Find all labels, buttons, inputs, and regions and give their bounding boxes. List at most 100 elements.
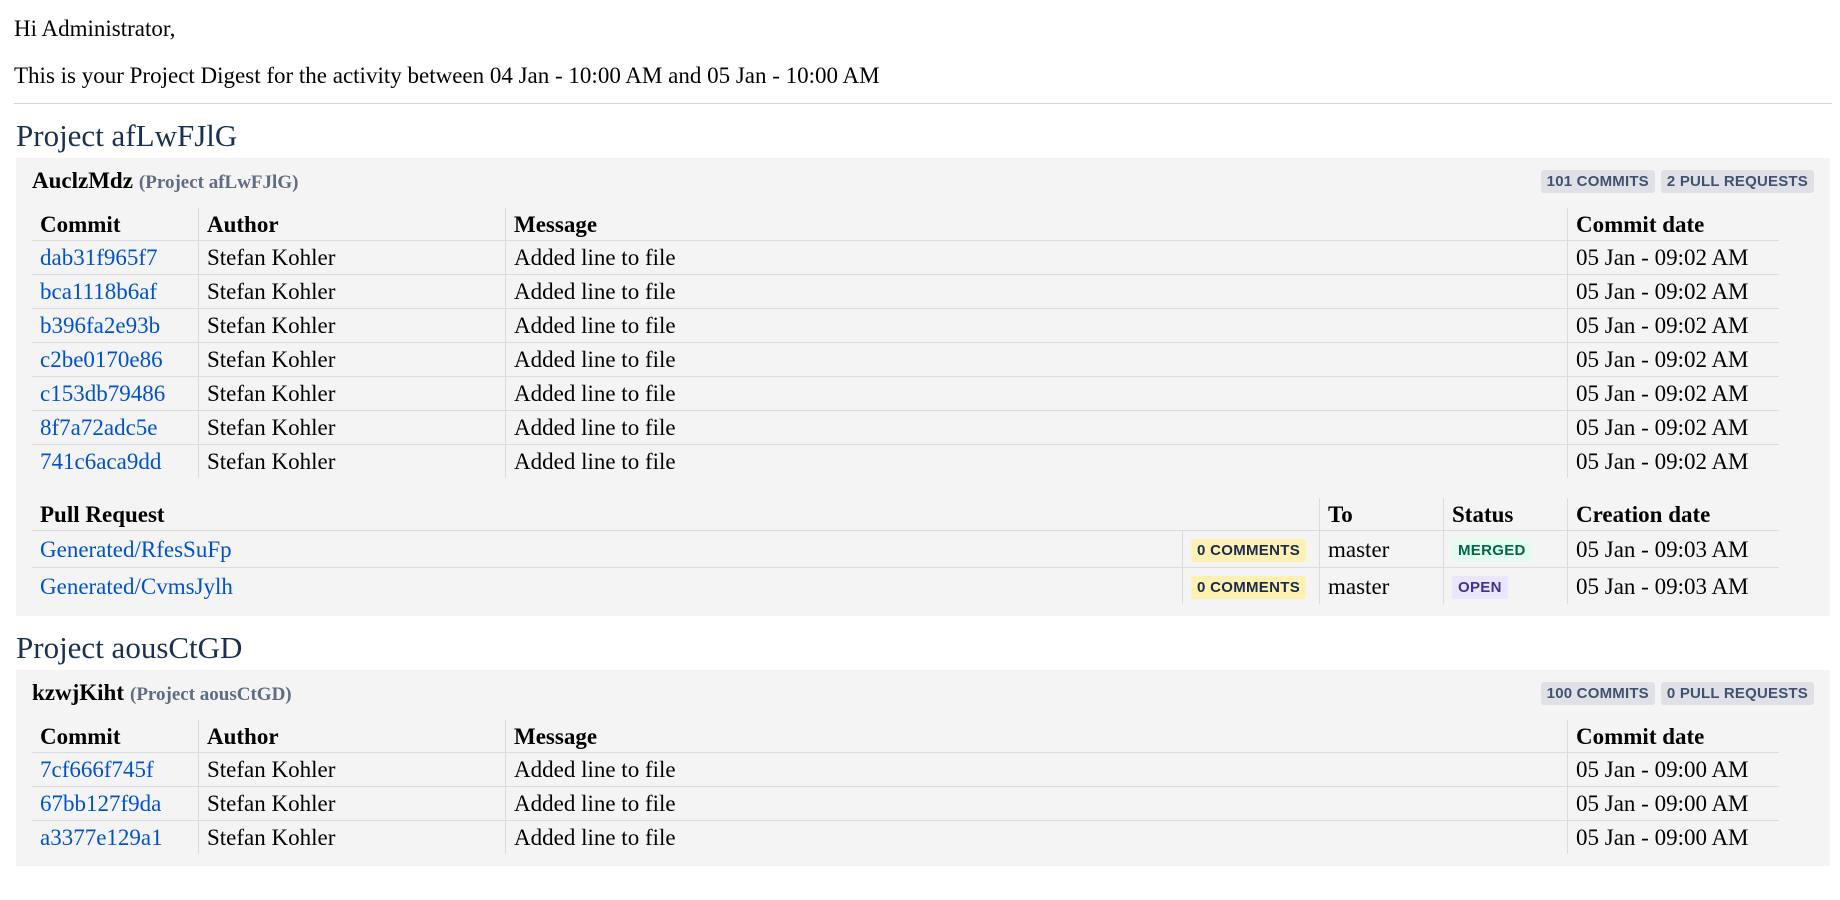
commit-hash-link[interactable]: 7cf666f745f — [40, 757, 154, 782]
table-row: 7cf666f745f Stefan Kohler Added line to … — [32, 752, 1779, 787]
commit-hash-link[interactable]: 8f7a72adc5e — [40, 415, 158, 440]
target-branch-cell: master — [1319, 530, 1444, 568]
message-cell: Added line to file — [505, 240, 1568, 275]
comments-cell: 0 COMMENTS — [1182, 567, 1320, 604]
commit-cell: b396fa2e93b — [32, 308, 199, 343]
repository-title: kzwjKiht (Project aousCtGD) — [32, 680, 292, 706]
author-cell: Stefan Kohler — [198, 240, 506, 275]
table-row: Generated/RfesSuFp 0 COMMENTS master MER… — [32, 530, 1779, 568]
commits-table: Commit Author Message Commit date dab31f… — [32, 208, 1779, 478]
column-header-creation-date: Creation date — [1567, 498, 1779, 531]
date-cell: 05 Jan - 09:02 AM — [1567, 410, 1779, 445]
table-header-row: Commit Author Message Commit date — [32, 208, 1779, 241]
date-cell: 05 Jan - 09:00 AM — [1567, 820, 1779, 854]
column-header-commit: Commit — [32, 720, 199, 753]
pull-request-cell: Generated/RfesSuFp — [32, 530, 1183, 568]
message-cell: Added line to file — [505, 376, 1568, 411]
commits-count-badge: 100 COMMITS — [1540, 681, 1655, 705]
project-section: Project aousCtGD kzwjKiht (Project aousC… — [14, 616, 1830, 866]
repository-name: AuclzMdz — [32, 168, 133, 193]
commit-cell: c2be0170e86 — [32, 342, 199, 377]
repository-header: kzwjKiht (Project aousCtGD) 100 COMMITS … — [32, 680, 1814, 706]
target-branch-cell: master — [1319, 567, 1444, 604]
message-cell: Added line to file — [505, 786, 1568, 821]
author-cell: Stefan Kohler — [198, 274, 506, 309]
date-cell: 05 Jan - 09:02 AM — [1567, 376, 1779, 411]
author-cell: Stefan Kohler — [198, 410, 506, 445]
table-row: a3377e129a1 Stefan Kohler Added line to … — [32, 820, 1779, 855]
table-row: 67bb127f9da Stefan Kohler Added line to … — [32, 786, 1779, 821]
repository-badges: 101 COMMITS 2 PULL REQUESTS — [1540, 169, 1814, 193]
message-cell: Added line to file — [505, 444, 1568, 478]
message-cell: Added line to file — [505, 820, 1568, 854]
author-cell: Stefan Kohler — [198, 752, 506, 787]
commits-table: Commit Author Message Commit date 7cf666… — [32, 720, 1779, 854]
commit-hash-link[interactable]: 741c6aca9dd — [40, 449, 161, 474]
column-header-author: Author — [198, 208, 506, 241]
commit-hash-link[interactable]: a3377e129a1 — [40, 825, 163, 850]
table-header-row: Pull Request To Status Creation date — [32, 498, 1779, 531]
commit-hash-link[interactable]: dab31f965f7 — [40, 245, 158, 270]
repository-name: kzwjKiht — [32, 680, 124, 705]
column-header-message: Message — [505, 208, 1568, 241]
comments-count-badge: 0 COMMENTS — [1191, 576, 1307, 599]
table-header-row: Commit Author Message Commit date — [32, 720, 1779, 753]
commits-count-badge: 101 COMMITS — [1540, 169, 1655, 193]
commit-hash-link[interactable]: 67bb127f9da — [40, 791, 161, 816]
status-cell: MERGED — [1443, 530, 1568, 568]
pull-request-link[interactable]: Generated/CvmsJylh — [40, 574, 233, 599]
status-badge: OPEN — [1452, 576, 1508, 599]
greeting: Hi Administrator, — [14, 16, 176, 41]
pull-requests-count-badge: 0 PULL REQUESTS — [1660, 681, 1814, 705]
commit-hash-link[interactable]: b396fa2e93b — [40, 313, 160, 338]
table-row: Generated/CvmsJylh 0 COMMENTS master OPE… — [32, 567, 1779, 605]
message-cell: Added line to file — [505, 274, 1568, 309]
repository-title: AuclzMdz (Project afLwFJlG) — [32, 168, 298, 194]
pull-request-link[interactable]: Generated/RfesSuFp — [40, 537, 232, 562]
author-cell: Stefan Kohler — [198, 444, 506, 478]
status-cell: OPEN — [1443, 567, 1568, 604]
message-cell: Added line to file — [505, 342, 1568, 377]
column-header-message: Message — [505, 720, 1568, 753]
comments-cell: 0 COMMENTS — [1182, 530, 1320, 568]
author-cell: Stefan Kohler — [198, 308, 506, 343]
column-header-commit-date: Commit date — [1567, 208, 1779, 241]
commit-hash-link[interactable]: c153db79486 — [40, 381, 165, 406]
date-cell: 05 Jan - 09:02 AM — [1567, 240, 1779, 275]
table-row: 8f7a72adc5e Stefan Kohler Added line to … — [32, 410, 1779, 445]
author-cell: Stefan Kohler — [198, 820, 506, 854]
author-cell: Stefan Kohler — [198, 786, 506, 821]
date-cell: 05 Jan - 09:02 AM — [1567, 308, 1779, 343]
message-cell: Added line to file — [505, 308, 1568, 343]
column-header-commit: Commit — [32, 208, 199, 241]
date-cell: 05 Jan - 09:02 AM — [1567, 342, 1779, 377]
project-section: Project afLwFJlG AuclzMdz (Project afLwF… — [14, 104, 1830, 616]
date-cell: 05 Jan - 09:03 AM — [1567, 567, 1779, 604]
date-cell: 05 Jan - 09:00 AM — [1567, 752, 1779, 787]
message-cell: Added line to file — [505, 410, 1568, 445]
column-header-to: To — [1319, 498, 1444, 531]
comments-count-badge: 0 COMMENTS — [1191, 539, 1307, 562]
author-cell: Stefan Kohler — [198, 376, 506, 411]
column-header-status: Status — [1443, 498, 1568, 531]
commit-hash-link[interactable]: bca1118b6af — [40, 279, 157, 304]
project-title: Project aousCtGD — [16, 630, 243, 665]
pull-requests-table: Pull Request To Status Creation date Gen… — [32, 498, 1779, 604]
column-header-author: Author — [198, 720, 506, 753]
repository-project-label: (Project afLwFJlG) — [138, 172, 299, 193]
commit-cell: c153db79486 — [32, 376, 199, 411]
repository-badges: 100 COMMITS 0 PULL REQUESTS — [1540, 681, 1814, 705]
project-title: Project afLwFJlG — [16, 118, 238, 153]
table-row: bca1118b6af Stefan Kohler Added line to … — [32, 274, 1779, 309]
intro-text: This is your Project Digest for the acti… — [14, 63, 880, 88]
column-header-pull-request: Pull Request — [32, 498, 1320, 531]
commit-cell: a3377e129a1 — [32, 821, 199, 855]
table-row: b396fa2e93b Stefan Kohler Added line to … — [32, 308, 1779, 343]
author-cell: Stefan Kohler — [198, 342, 506, 377]
table-row: c153db79486 Stefan Kohler Added line to … — [32, 376, 1779, 411]
commit-cell: dab31f965f7 — [32, 240, 199, 275]
commit-hash-link[interactable]: c2be0170e86 — [40, 347, 163, 372]
repository-header: AuclzMdz (Project afLwFJlG) 101 COMMITS … — [32, 168, 1814, 194]
pull-request-cell: Generated/CvmsJylh — [32, 568, 1183, 605]
date-cell: 05 Jan - 09:02 AM — [1567, 444, 1779, 478]
